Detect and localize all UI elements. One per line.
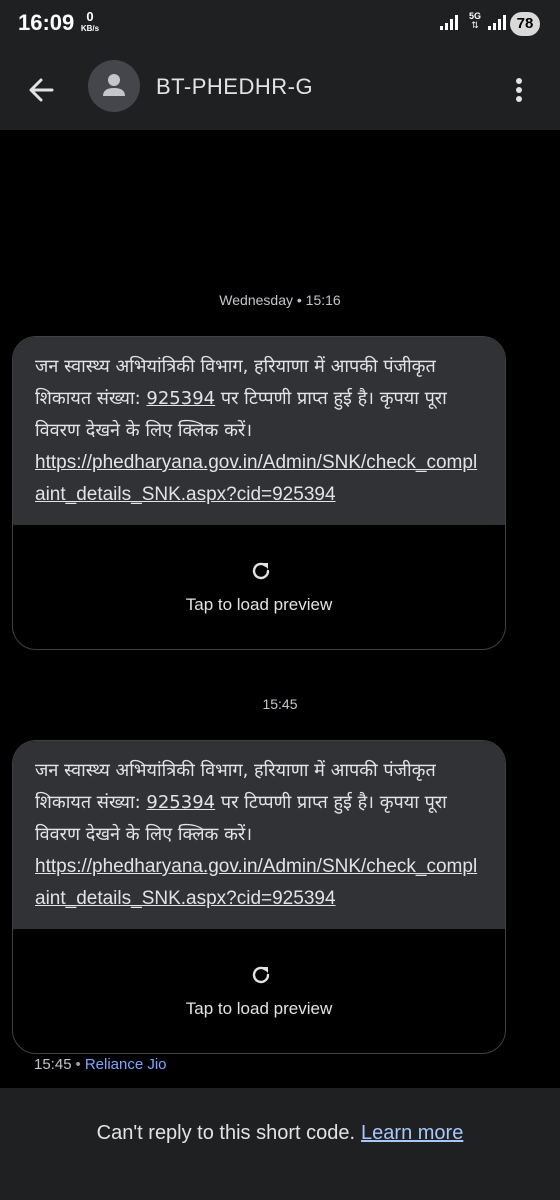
battery-icon: 78 (510, 12, 540, 36)
complaint-number[interactable]: 925394 (146, 388, 215, 409)
message-link[interactable]: https://phedharyana.gov.in/Admin/SNK/che… (35, 447, 483, 511)
link-preview[interactable]: Tap to load preview (13, 525, 505, 649)
message-bubble[interactable]: जन स्वास्थ्य अभियांत्रिकी विभाग, हरियाणा… (12, 740, 506, 1054)
arrow-back-icon[interactable] (24, 70, 64, 110)
network-speed-unit: KB/s (80, 24, 100, 33)
signal-icon-2 (488, 14, 506, 30)
cannot-reply-notice: Can't reply to this short code. Learn mor… (0, 1122, 560, 1145)
cannot-reply-text: Can't reply to this short code. (96, 1122, 356, 1144)
carrier-label: Reliance Jio (84, 1056, 167, 1073)
network-speed-value: 0 (86, 9, 94, 24)
refresh-icon (252, 562, 270, 580)
message-text: जन स्वास्थ्य अभियांत्रिकी विभाग, हरियाणा… (13, 741, 505, 929)
complaint-number[interactable]: 925394 (146, 792, 215, 813)
message-text: जन स्वास्थ्य अभियांत्रिकी विभाग, हरियाणा… (13, 337, 505, 525)
network-speed: 0 KB/s (79, 10, 101, 33)
status-bar: 16:09 0 KB/s 5G ⇅ 78 (0, 0, 560, 50)
network-type-icon: 5G ⇅ (466, 12, 484, 30)
signal-icon (440, 14, 458, 30)
link-preview[interactable]: Tap to load preview (13, 929, 505, 1053)
meta-separator: • (75, 1056, 81, 1073)
message-link[interactable]: https://phedharyana.gov.in/Admin/SNK/che… (35, 851, 483, 915)
date-label: 15:45 (262, 696, 298, 712)
learn-more-link[interactable]: Learn more (361, 1122, 463, 1144)
refresh-icon (252, 966, 270, 984)
message-bubble[interactable]: जन स्वास्थ्य अभियांत्रिकी विभाग, हरियाणा… (12, 336, 506, 650)
reply-footer: Can't reply to this short code. Learn mor… (0, 1088, 560, 1200)
more-vert-icon[interactable] (506, 70, 532, 110)
message-time: 15:45 (34, 1056, 72, 1073)
message-meta: 15:45 • Reliance Jio (34, 1056, 167, 1073)
load-preview-label: Tap to load preview (185, 595, 333, 614)
load-preview-label: Tap to load preview (185, 999, 333, 1018)
contact-name[interactable]: BT-PHEDHR-G (156, 74, 313, 100)
app-bar: BT-PHEDHR-G (0, 50, 560, 130)
avatar[interactable] (88, 60, 140, 112)
status-time: 16:09 (18, 10, 75, 35)
date-label: Wednesday • 15:16 (219, 292, 341, 308)
person-icon (103, 74, 125, 96)
